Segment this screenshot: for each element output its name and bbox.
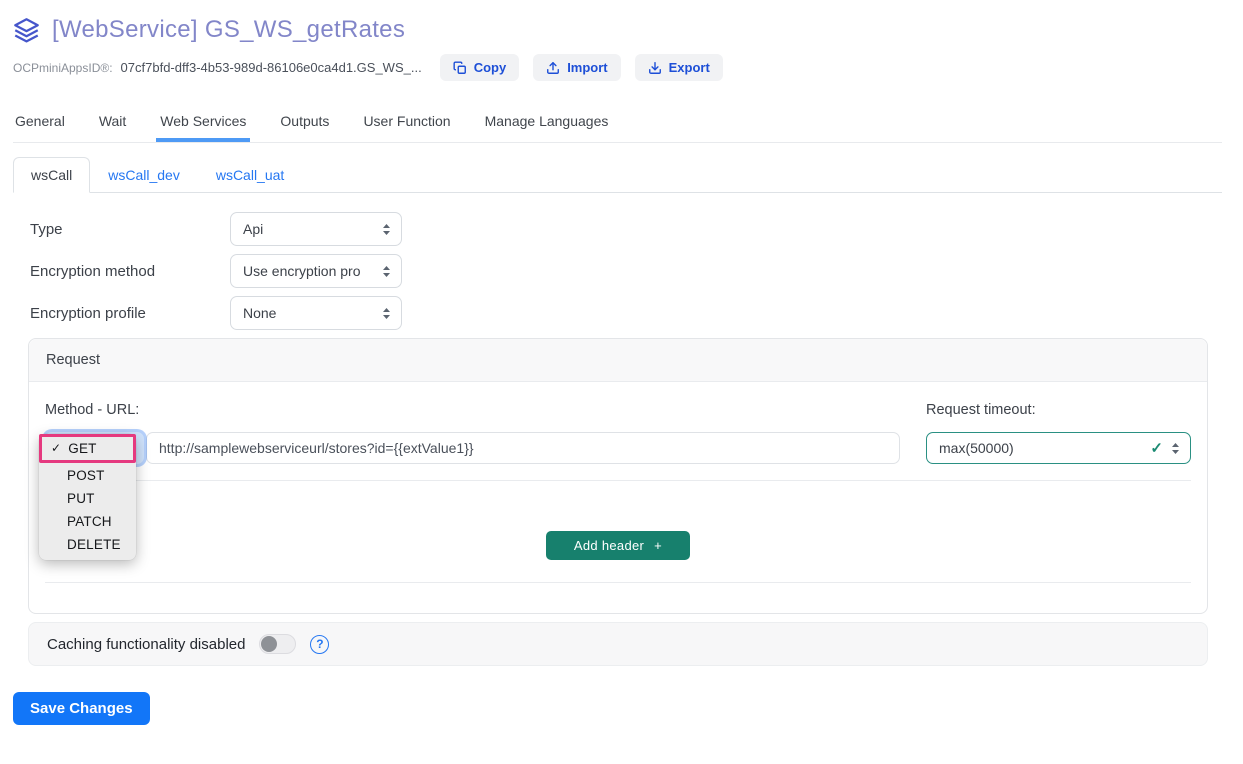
subtab-wscall-uat[interactable]: wsCall_uat	[198, 157, 302, 193]
copy-icon	[453, 61, 467, 75]
method-option-get[interactable]: ✓ GET	[39, 434, 136, 463]
ws-call-tabs: wsCall wsCall_dev wsCall_uat	[13, 157, 1222, 193]
check-icon: ✓	[51, 440, 61, 457]
method-option-get-label: GET	[68, 440, 96, 457]
request-panel-title: Request	[29, 339, 1207, 382]
encryption-method-value: Use encryption pro	[243, 263, 361, 279]
main-tabs: General Wait Web Services Outputs User F…	[13, 107, 1222, 143]
type-select[interactable]: Api	[230, 212, 402, 246]
app-id-row: OCPminiAppsID®: 07cf7bfd-dff3-4b53-989d-…	[13, 54, 1222, 81]
page-header: [WebService] GS_WS_getRates	[13, 16, 1222, 44]
select-arrows-icon	[1171, 442, 1180, 455]
request-timeout-label: Request timeout:	[926, 402, 1191, 418]
method-url-label: Method - URL:	[45, 402, 900, 418]
caching-toggle[interactable]	[259, 634, 296, 654]
encryption-method-label: Encryption method	[30, 263, 230, 280]
method-option-delete[interactable]: DELETE	[39, 533, 136, 556]
app-id-value: 07cf7bfd-dff3-4b53-989d-86106e0ca4d1.GS_…	[121, 60, 422, 75]
type-select-value: Api	[243, 221, 263, 237]
app-id-label: OCPminiAppsID®:	[13, 61, 113, 75]
subtab-wscall[interactable]: wsCall	[13, 157, 90, 193]
export-button[interactable]: Export	[635, 54, 723, 81]
copy-button-label: Copy	[474, 60, 507, 75]
upload-icon	[546, 61, 560, 75]
footer-actions: Save Changes	[13, 692, 1222, 725]
caching-label: Caching functionality disabled	[47, 636, 245, 653]
import-button[interactable]: Import	[533, 54, 620, 81]
page-title: [WebService] GS_WS_getRates	[52, 16, 405, 44]
select-arrows-icon	[382, 307, 391, 320]
type-label: Type	[30, 221, 230, 238]
tab-web-services[interactable]: Web Services	[158, 107, 248, 142]
tab-manage-languages[interactable]: Manage Languages	[483, 107, 611, 142]
request-panel-body: Method - URL: ✓ GET POST PUT	[29, 382, 1207, 613]
method-dropdown-menu: ✓ GET POST PUT PATCH DELETE	[39, 434, 136, 560]
save-changes-button[interactable]: Save Changes	[13, 692, 150, 725]
plus-icon: +	[654, 538, 662, 553]
webservice-config-page: [WebService] GS_WS_getRates OCPminiAppsI…	[0, 0, 1243, 725]
timeout-select[interactable]: max(50000) ✓	[926, 432, 1191, 464]
tab-outputs[interactable]: Outputs	[278, 107, 331, 142]
subtab-wscall-dev[interactable]: wsCall_dev	[90, 157, 198, 193]
caching-section: Caching functionality disabled ?	[28, 622, 1208, 666]
import-button-label: Import	[567, 60, 607, 75]
encryption-profile-value: None	[243, 305, 276, 321]
encryption-method-row: Encryption method Use encryption pro	[30, 254, 1222, 288]
help-glyph: ?	[316, 637, 323, 651]
export-button-label: Export	[669, 60, 710, 75]
layers-icon	[13, 17, 40, 44]
url-input[interactable]	[146, 432, 900, 464]
help-icon[interactable]: ?	[310, 635, 329, 654]
add-header-label: Add header	[574, 538, 644, 553]
caching-toggle-knob	[261, 636, 277, 652]
timeout-value: max(50000)	[939, 440, 1150, 456]
method-option-put[interactable]: PUT	[39, 487, 136, 510]
ws-settings-form: Type Api Encryption method Use encryptio…	[30, 212, 1222, 330]
request-divider-top	[45, 480, 1191, 481]
method-option-post[interactable]: POST	[39, 464, 136, 487]
select-arrows-icon	[382, 265, 391, 278]
encryption-profile-row: Encryption profile None	[30, 296, 1222, 330]
method-url-group: Method - URL: ✓ GET POST PUT	[45, 402, 900, 464]
request-panel: Request Method - URL: ✓ GET P	[28, 338, 1208, 614]
tab-wait[interactable]: Wait	[97, 107, 128, 142]
tab-user-function[interactable]: User Function	[361, 107, 452, 142]
download-icon	[648, 61, 662, 75]
select-arrows-icon	[382, 223, 391, 236]
timeout-group: Request timeout: max(50000) ✓	[926, 402, 1191, 464]
encryption-method-select[interactable]: Use encryption pro	[230, 254, 402, 288]
method-option-patch[interactable]: PATCH	[39, 510, 136, 533]
add-header-button[interactable]: Add header +	[546, 531, 690, 560]
encryption-profile-select[interactable]: None	[230, 296, 402, 330]
valid-check-icon: ✓	[1150, 439, 1163, 457]
tab-general[interactable]: General	[13, 107, 67, 142]
type-row: Type Api	[30, 212, 1222, 246]
copy-button[interactable]: Copy	[440, 54, 520, 81]
encryption-profile-label: Encryption profile	[30, 305, 230, 322]
